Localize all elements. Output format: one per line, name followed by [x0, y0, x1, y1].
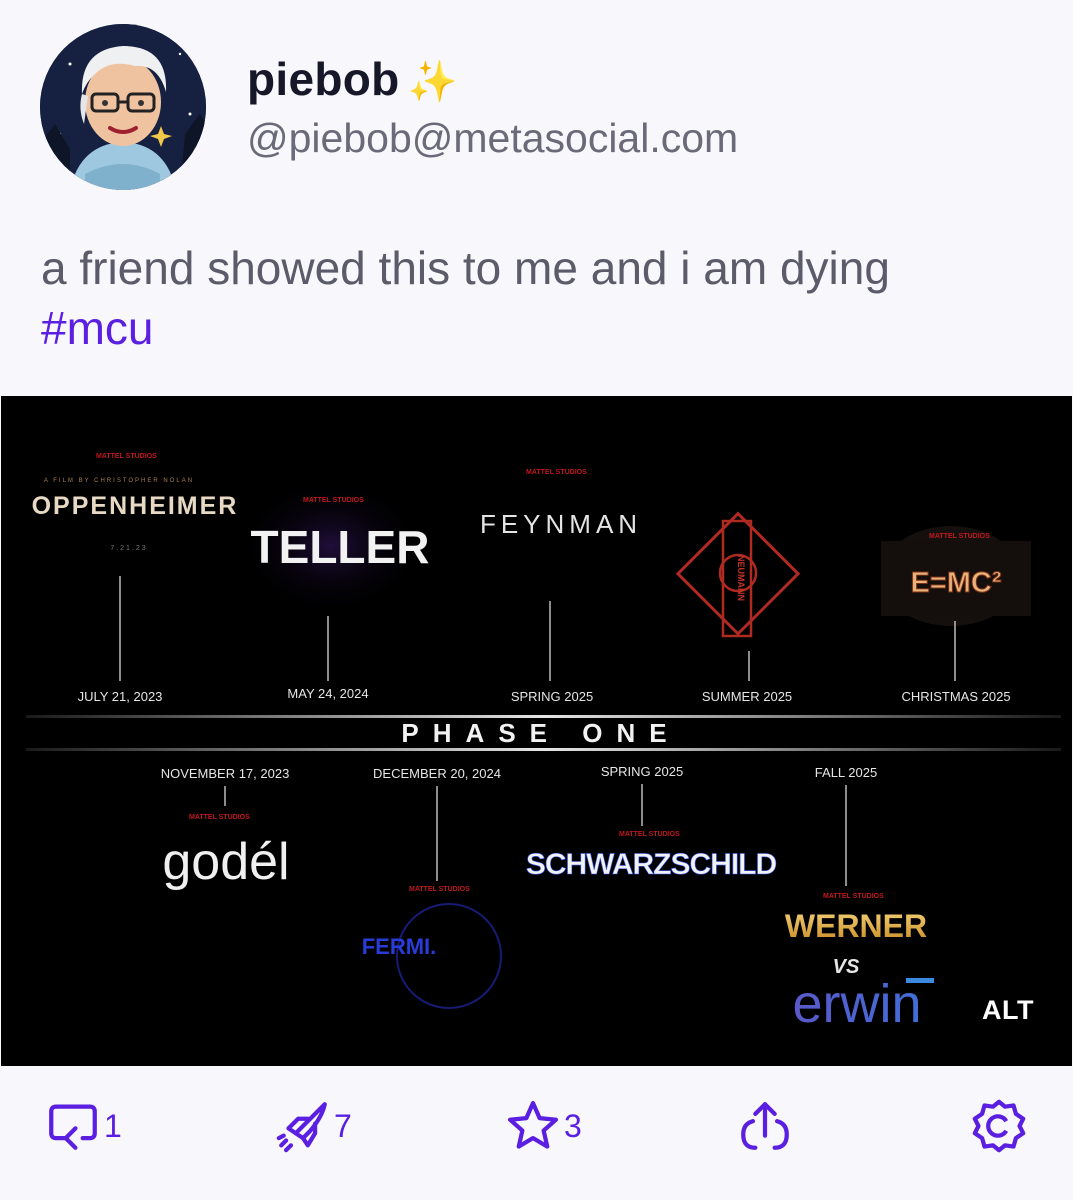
share-button[interactable]: [736, 1096, 794, 1156]
media-attachment[interactable]: MATTEL STUDIOS MATTEL STUDIOS MATTEL STU…: [1, 396, 1072, 1066]
favourite-count: 3: [564, 1107, 582, 1144]
date-emc2: CHRISTMAS 2025: [901, 689, 1010, 704]
oppenheimer-small-date: 7.21.23: [110, 545, 147, 552]
title-emc2: E=MC²: [910, 567, 1001, 599]
title-oppenheimer: OPPENHEIMER: [32, 492, 239, 520]
account-handle[interactable]: @piebob@metasocial.com: [247, 115, 738, 162]
title-teller: TELLER: [251, 521, 430, 573]
title-feynman: FEYNMAN: [480, 509, 642, 539]
timeline-image: MATTEL STUDIOS MATTEL STUDIOS MATTEL STU…: [26, 453, 1061, 1034]
post-content: a friend showed this to me and i am dyin…: [41, 238, 1041, 358]
post-text: a friend showed this to me and i am dyin…: [41, 242, 890, 294]
date-oppenheimer: JULY 21, 2023: [78, 689, 163, 704]
avatar[interactable]: [40, 24, 206, 190]
favourite-button[interactable]: 3: [504, 1096, 582, 1156]
phase-title: PHASE ONE: [401, 718, 680, 748]
gear-icon: [972, 1099, 1026, 1153]
hashtag-link[interactable]: #mcu: [41, 298, 1041, 358]
studio-label-godel: MATTEL STUDIOS: [189, 814, 250, 821]
title-werner: WERNER: [785, 908, 927, 944]
title-erwin: erwin: [792, 974, 921, 1034]
action-bar: 1 7 3: [0, 1066, 1073, 1200]
star-icon: [507, 1100, 559, 1149]
studio-label-oppenheimer: MATTEL STUDIOS: [96, 453, 157, 460]
boost-button[interactable]: 7: [274, 1096, 352, 1156]
share-icon: [741, 1102, 789, 1150]
oppenheimer-subtitle: A FILM BY CHRISTOPHER NOLAN: [44, 478, 194, 484]
reply-button[interactable]: 1: [44, 1096, 122, 1156]
date-werner: FALL 2025: [815, 765, 877, 780]
neumann-logo: NEUMANN: [675, 511, 801, 638]
title-godel: godél: [162, 833, 289, 891]
date-godel: NOVEMBER 17, 2023: [161, 766, 290, 781]
date-neumann: SUMMER 2025: [702, 689, 792, 704]
studio-label-fermi: MATTEL STUDIOS: [409, 886, 470, 893]
studio-label-teller: MATTEL STUDIOS: [303, 497, 364, 504]
more-button[interactable]: [970, 1096, 1028, 1156]
studio-label-schwarzschild: MATTEL STUDIOS: [619, 831, 680, 838]
studio-label-feynman: MATTEL STUDIOS: [526, 469, 587, 476]
reply-count: 1: [104, 1107, 122, 1144]
studio-label-werner: MATTEL STUDIOS: [823, 893, 884, 900]
rocket-icon: [276, 1102, 327, 1153]
display-name[interactable]: piebob ✨: [247, 52, 458, 106]
title-neumann: NEUMANN: [736, 555, 746, 601]
display-name-text: piebob: [247, 53, 400, 105]
date-teller: MAY 24, 2024: [287, 686, 368, 701]
studio-label-emc2: MATTEL STUDIOS: [929, 533, 990, 540]
alt-badge[interactable]: ALT: [982, 995, 1034, 1026]
boost-count: 7: [334, 1107, 352, 1144]
title-schwarzschild: SCHWARZSCHILD: [526, 848, 777, 881]
avatar-image: [40, 24, 206, 190]
reply-icon: [49, 1104, 97, 1150]
sparkle-icon: ✨: [407, 60, 458, 104]
title-fermi: FERMI.: [362, 934, 437, 959]
date-feynman: SPRING 2025: [511, 689, 593, 704]
date-schwarzschild: SPRING 2025: [601, 764, 683, 779]
date-fermi: DECEMBER 20, 2024: [373, 766, 501, 781]
